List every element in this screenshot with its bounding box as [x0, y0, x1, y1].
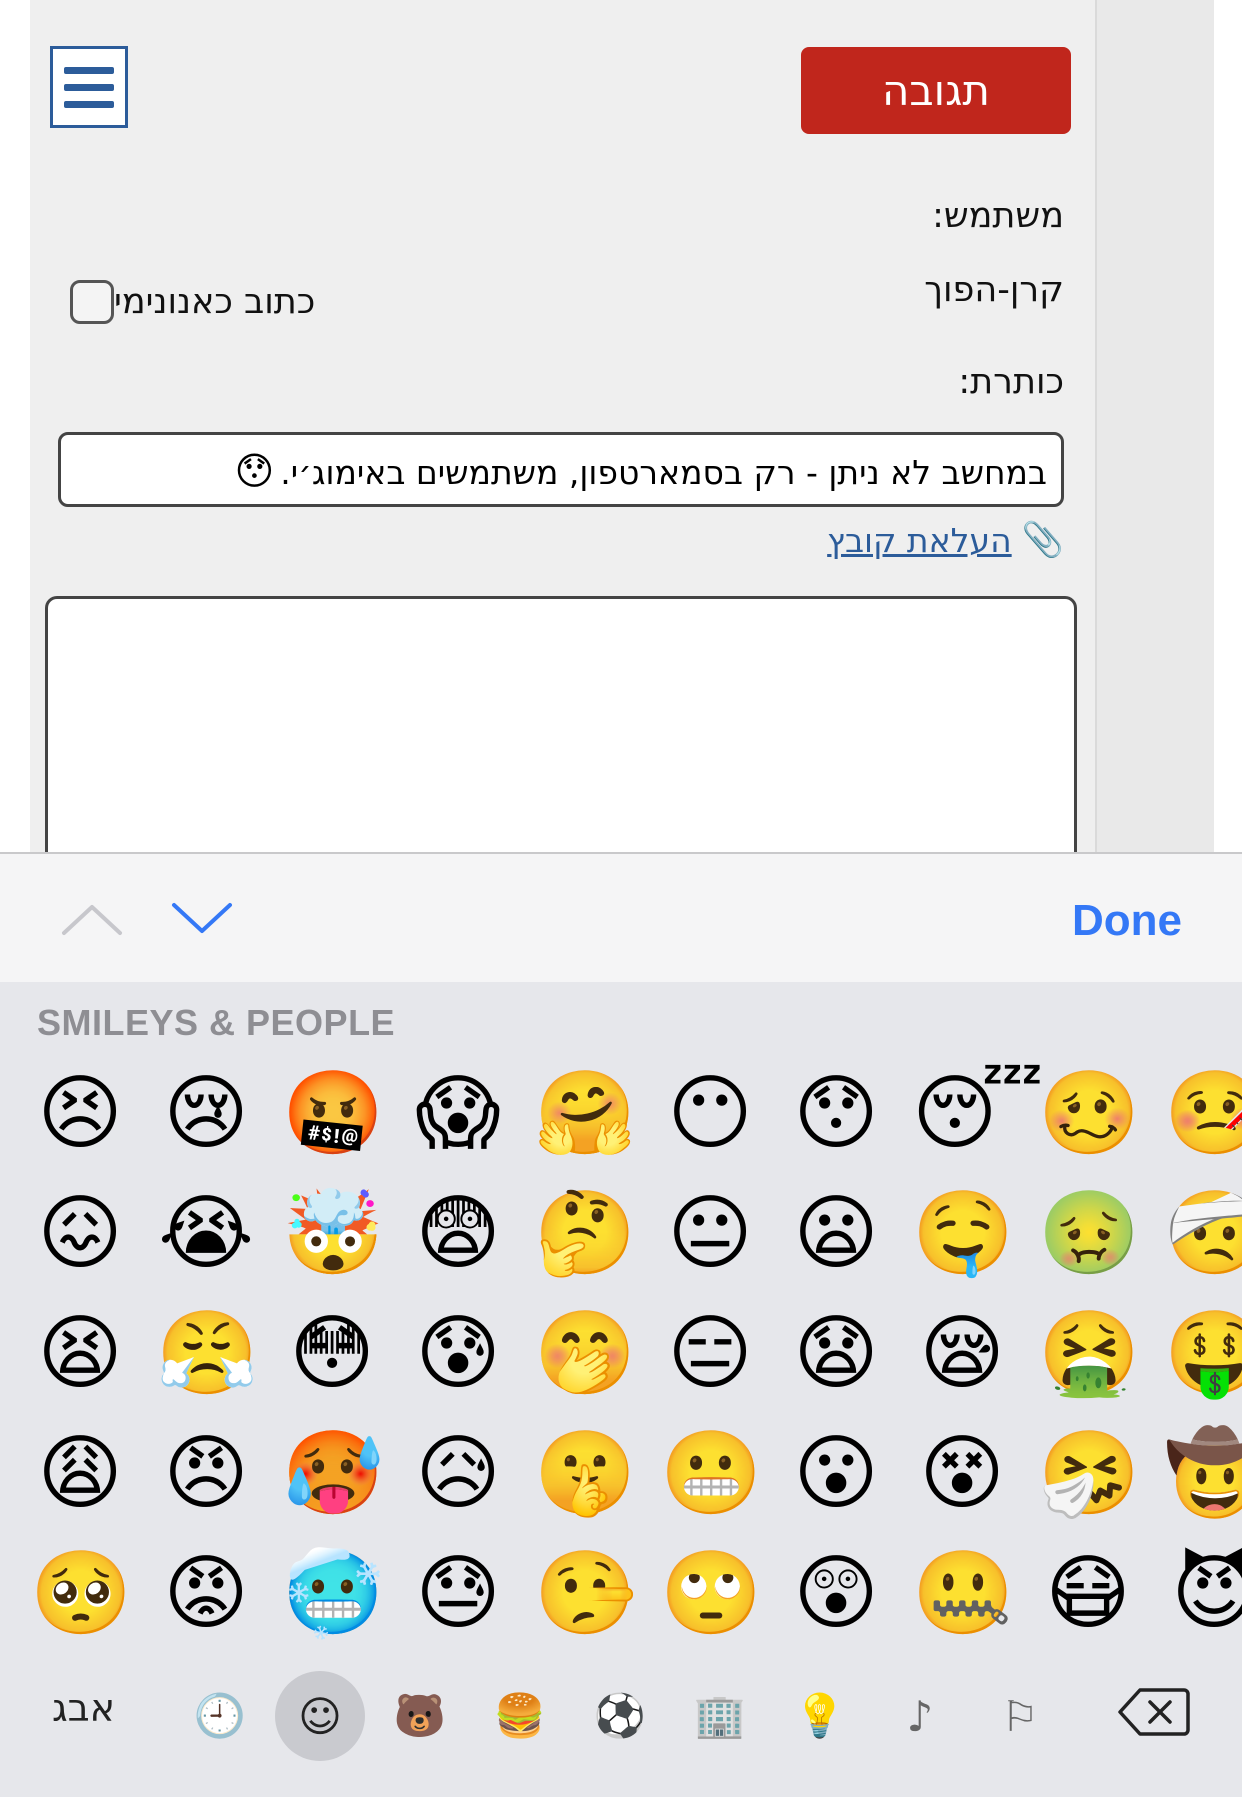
emoji-key[interactable]: 😳: [282, 1304, 382, 1404]
emoji-key[interactable]: 😥: [408, 1424, 508, 1524]
activity-icon[interactable]: ⚽: [580, 1676, 660, 1756]
emoji-key[interactable]: 🥴: [1038, 1064, 1140, 1164]
web-page: תגובה משתמש: קרן-הפוך כתוב כאנונימי כותר…: [0, 0, 1242, 852]
emoji-key[interactable]: 😖: [30, 1184, 130, 1284]
emoji-key[interactable]: 😴: [912, 1064, 1044, 1164]
emoji-key[interactable]: 🤤: [912, 1184, 1014, 1284]
emoji-key[interactable]: 😠: [156, 1424, 256, 1524]
emoji-key[interactable]: 😮: [786, 1424, 886, 1524]
emoji-key[interactable]: 😩: [30, 1424, 130, 1524]
emoji-key[interactable]: 😤: [156, 1304, 258, 1404]
emoji-key[interactable]: 😫: [30, 1304, 130, 1404]
emoji-key[interactable]: 😓: [408, 1544, 508, 1644]
upload-file[interactable]: 📎 העלאת קובץ: [827, 520, 1064, 560]
previous-field-chevron-up-icon[interactable]: [60, 899, 124, 939]
page-side-strip: [1095, 0, 1214, 852]
anonymous-option[interactable]: כתוב כאנונימי: [68, 280, 315, 324]
emoji-key[interactable]: 🤬: [282, 1064, 384, 1164]
emoji-key[interactable]: 😱: [408, 1064, 508, 1164]
emoji-key[interactable]: 🤢: [1038, 1184, 1140, 1284]
emoji-key[interactable]: 🤐: [912, 1544, 1014, 1644]
keyboard-bottom-bar: אבג 🕘 ☺ 🐻 🍔 ⚽ 🏢 💡 ♪ ⚐: [0, 1662, 1242, 1762]
emoji-key[interactable]: 😦: [786, 1184, 886, 1284]
emoji-key[interactable]: 🤮: [1038, 1304, 1140, 1404]
emoji-key[interactable]: 😢: [156, 1064, 256, 1164]
anonymous-label: כתוב כאנונימי: [114, 282, 316, 322]
emoji-key[interactable]: 🤫: [534, 1424, 636, 1524]
message-body-textarea[interactable]: [45, 596, 1077, 852]
smileys-icon[interactable]: ☺: [275, 1671, 365, 1761]
emoji-key[interactable]: 😧: [786, 1304, 886, 1404]
title-label: כותרת:: [958, 362, 1064, 402]
emoji-key[interactable]: 🤧: [1038, 1424, 1140, 1524]
emoji-key[interactable]: 🤒: [1164, 1064, 1242, 1164]
emoji-key[interactable]: 😶: [660, 1064, 760, 1164]
emoji-key[interactable]: 😐: [660, 1184, 760, 1284]
emoji-key[interactable]: 😈: [1164, 1544, 1242, 1644]
emoji-category-title: SMILEYS & PEOPLE: [37, 1002, 396, 1043]
keyboard-accessory-bar: Done: [0, 852, 1242, 982]
emoji-key[interactable]: 🤑: [1164, 1304, 1242, 1404]
emoji-key[interactable]: 😬: [660, 1424, 762, 1524]
emoji-key[interactable]: 🤭: [534, 1304, 636, 1404]
upload-file-link[interactable]: העלאת קובץ: [827, 521, 1012, 560]
emoji-key[interactable]: 😨: [408, 1184, 508, 1284]
emoji-key[interactable]: 🙄: [660, 1544, 762, 1644]
emoji-key[interactable]: 🤕: [1164, 1184, 1242, 1284]
emoji-key[interactable]: 😑: [660, 1304, 760, 1404]
subject-emoji: 😯: [234, 449, 275, 493]
food-icon[interactable]: 🍔: [480, 1676, 560, 1756]
emoji-key[interactable]: 😭: [156, 1184, 256, 1284]
emoji-key[interactable]: 🤥: [534, 1544, 636, 1644]
abc-keyboard-switch[interactable]: אבג: [52, 1686, 115, 1730]
paperclip-icon: 📎: [1021, 520, 1064, 560]
flags-icon[interactable]: ⚐: [980, 1676, 1060, 1756]
emoji-key[interactable]: 😷: [1038, 1544, 1138, 1644]
anonymous-checkbox[interactable]: [70, 280, 114, 324]
recent-icon[interactable]: 🕘: [180, 1676, 260, 1756]
reply-button[interactable]: תגובה: [801, 47, 1071, 134]
travel-icon[interactable]: 🏢: [680, 1676, 760, 1756]
emoji-key[interactable]: 😯: [786, 1064, 886, 1164]
emoji-key[interactable]: 😵: [912, 1424, 1012, 1524]
hamburger-menu-icon[interactable]: [50, 46, 128, 128]
emoji-key[interactable]: 🥶: [282, 1544, 384, 1644]
emoji-key[interactable]: 🥵: [282, 1424, 384, 1524]
animals-icon[interactable]: 🐻: [380, 1676, 460, 1756]
next-field-chevron-down-icon[interactable]: [170, 899, 234, 939]
subject-text: במחשב לא ניתן - רק בסמארטפון, משתמשים בא…: [280, 453, 1047, 492]
emoji-key[interactable]: 🥺: [30, 1544, 132, 1644]
user-label: משתמש:: [932, 196, 1064, 236]
user-name: קרן-הפוך: [924, 270, 1064, 310]
subject-input[interactable]: במחשב לא ניתן - רק בסמארטפון, משתמשים בא…: [58, 432, 1064, 507]
objects-icon[interactable]: 💡: [780, 1676, 860, 1756]
emoji-key[interactable]: 😣: [30, 1064, 130, 1164]
emoji-key[interactable]: 🤯: [282, 1184, 384, 1284]
emoji-key[interactable]: 😲: [786, 1544, 886, 1644]
emoji-key[interactable]: 😪: [912, 1304, 1012, 1404]
emoji-key[interactable]: 😰: [408, 1304, 508, 1404]
emoji-key[interactable]: 🤗: [534, 1064, 636, 1164]
backspace-delete-icon[interactable]: [1118, 1686, 1190, 1738]
emoji-key[interactable]: 🤔: [534, 1184, 636, 1284]
emoji-keyboard: SMILEYS & PEOPLE 😣 😢 🤬 😱 🤗 😶 😯 😴 🥴 🤒 😖 😭 🤯 😨 🤔 😐 😦 🤤 🤢 🤕 😫 😤 😳…: [0, 982, 1242, 1797]
symbols-icon[interactable]: ♪: [880, 1676, 960, 1756]
emoji-key[interactable]: 🤠: [1164, 1424, 1242, 1524]
emoji-key[interactable]: 😡: [156, 1544, 256, 1644]
done-button[interactable]: Done: [1072, 896, 1182, 946]
